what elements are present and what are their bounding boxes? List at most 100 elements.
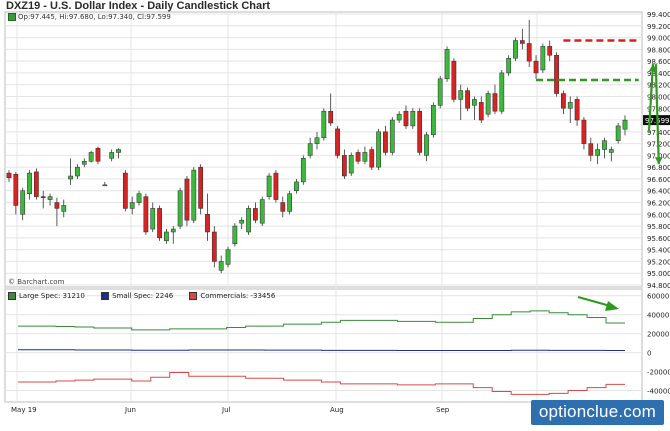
candle-body [492,93,498,112]
candle-body [211,231,217,262]
candle-body [239,219,245,224]
y-tick-label: 96.400 [647,188,670,196]
candle-body [157,208,162,239]
candle-body [465,90,470,109]
legend-swatch-small-spec [101,292,110,300]
candle-body [478,102,484,121]
x-tick-label: Jul [221,406,231,414]
chart-title: DXZ19 - U.S. Dollar Index - Daily Candle… [6,0,271,12]
ohlc-text: Op:97.445, Hi:97.680, Lo:97.340, Cl:97.5… [18,13,171,21]
y-tick-label: 99.200 [647,23,670,31]
candle-body [61,205,67,212]
arrow-down-head [654,157,663,165]
candle-body [205,214,210,233]
cot-y-tick-label: -40000 [647,388,670,396]
candle-body [109,152,115,159]
candle-body [198,166,204,209]
candle-body [602,140,607,150]
candle-body [116,149,121,153]
candle-body [191,169,197,221]
candle-body [13,173,19,206]
candle-body [170,228,176,233]
candle-body [396,113,402,121]
ohlc-readout: Op:97.445, Hi:97.680, Lo:97.340, Cl:97.5… [8,13,171,21]
candle-body [280,202,286,212]
candle-body [362,152,368,162]
candle-body [376,131,381,168]
candle-body [150,208,156,230]
candle-body [307,143,313,156]
candle-body [273,172,279,200]
candle-body [540,46,546,71]
y-tick-label: 96.800 [647,164,670,172]
candle-body [342,155,347,177]
candle-body [417,110,423,153]
chart-svg: 99.40099.20099.00098.80098.60098.40098.2… [4,11,670,414]
y-tick-label: 94.800 [647,282,670,290]
candle-body [314,137,320,144]
y-tick-label: 95.600 [647,235,670,243]
candle-body [54,202,60,209]
candle-body [567,102,573,109]
candle-body [526,43,532,62]
candle-body [383,131,388,153]
candle-body [27,172,32,194]
legend-commercials-label: Commercials: -33456 [200,292,276,300]
cot-series-line [18,349,625,352]
candle-body [574,99,580,121]
candle-body [369,149,375,168]
candle-body [287,193,292,212]
candle-body [595,149,600,156]
candle-body [622,119,628,130]
candle-body [246,208,251,233]
ohlc-swatch [8,13,16,21]
legend-swatch-large-spec [8,292,16,300]
candle-body [259,199,265,224]
candle-body [348,155,354,174]
candle-body [519,40,525,44]
legend-small-spec: Small Spec: 2246 [101,292,173,300]
candle-body [95,148,101,162]
cot-panel-frame [4,288,643,403]
candle-body [581,119,587,144]
candle-body [506,57,512,74]
x-tick-label: May 19 [11,406,37,414]
candle-body [389,119,395,153]
candle-body [218,261,224,271]
candle-body [177,190,183,227]
candle-body [615,125,621,141]
candle-body [533,60,539,74]
candle-body [253,208,258,221]
y-tick-label: 99.000 [647,35,670,43]
candle-body [403,110,409,127]
candle-body [335,128,340,156]
barchart-credit: © Barchart.com [8,278,65,286]
cot-y-tick-label: 0 [647,350,651,358]
candle-body [266,175,272,197]
candle-body [81,161,87,165]
legend-commercials: Commercials: -33456 [189,292,275,300]
candle-body [136,193,142,203]
y-tick-label: 95.800 [647,223,670,231]
candle-body [437,78,443,106]
candle-body [47,196,53,200]
candle-body [444,49,450,80]
legend-large-spec: Large Spec: 31210 [8,292,85,300]
candle-body [6,172,12,179]
candle-body [499,72,505,112]
candle-body [430,105,436,136]
x-tick-label: Jun [124,406,136,414]
y-tick-label: 95.200 [647,258,670,266]
candle-body [102,184,108,187]
y-tick-label: 98.800 [647,46,670,54]
candle-body [40,196,46,199]
candle-body [458,90,464,100]
candle-body [513,40,518,59]
legend-small-spec-label: Small Spec: 2246 [112,292,174,300]
candle-body [88,152,94,162]
cot-legend: Large Spec: 31210 Small Spec: 2246 Comme… [8,292,289,300]
y-tick-label: 98.600 [647,58,670,66]
y-tick-label: 99.400 [647,11,670,19]
y-tick-label: 96.000 [647,211,670,219]
candle-body [232,225,238,245]
